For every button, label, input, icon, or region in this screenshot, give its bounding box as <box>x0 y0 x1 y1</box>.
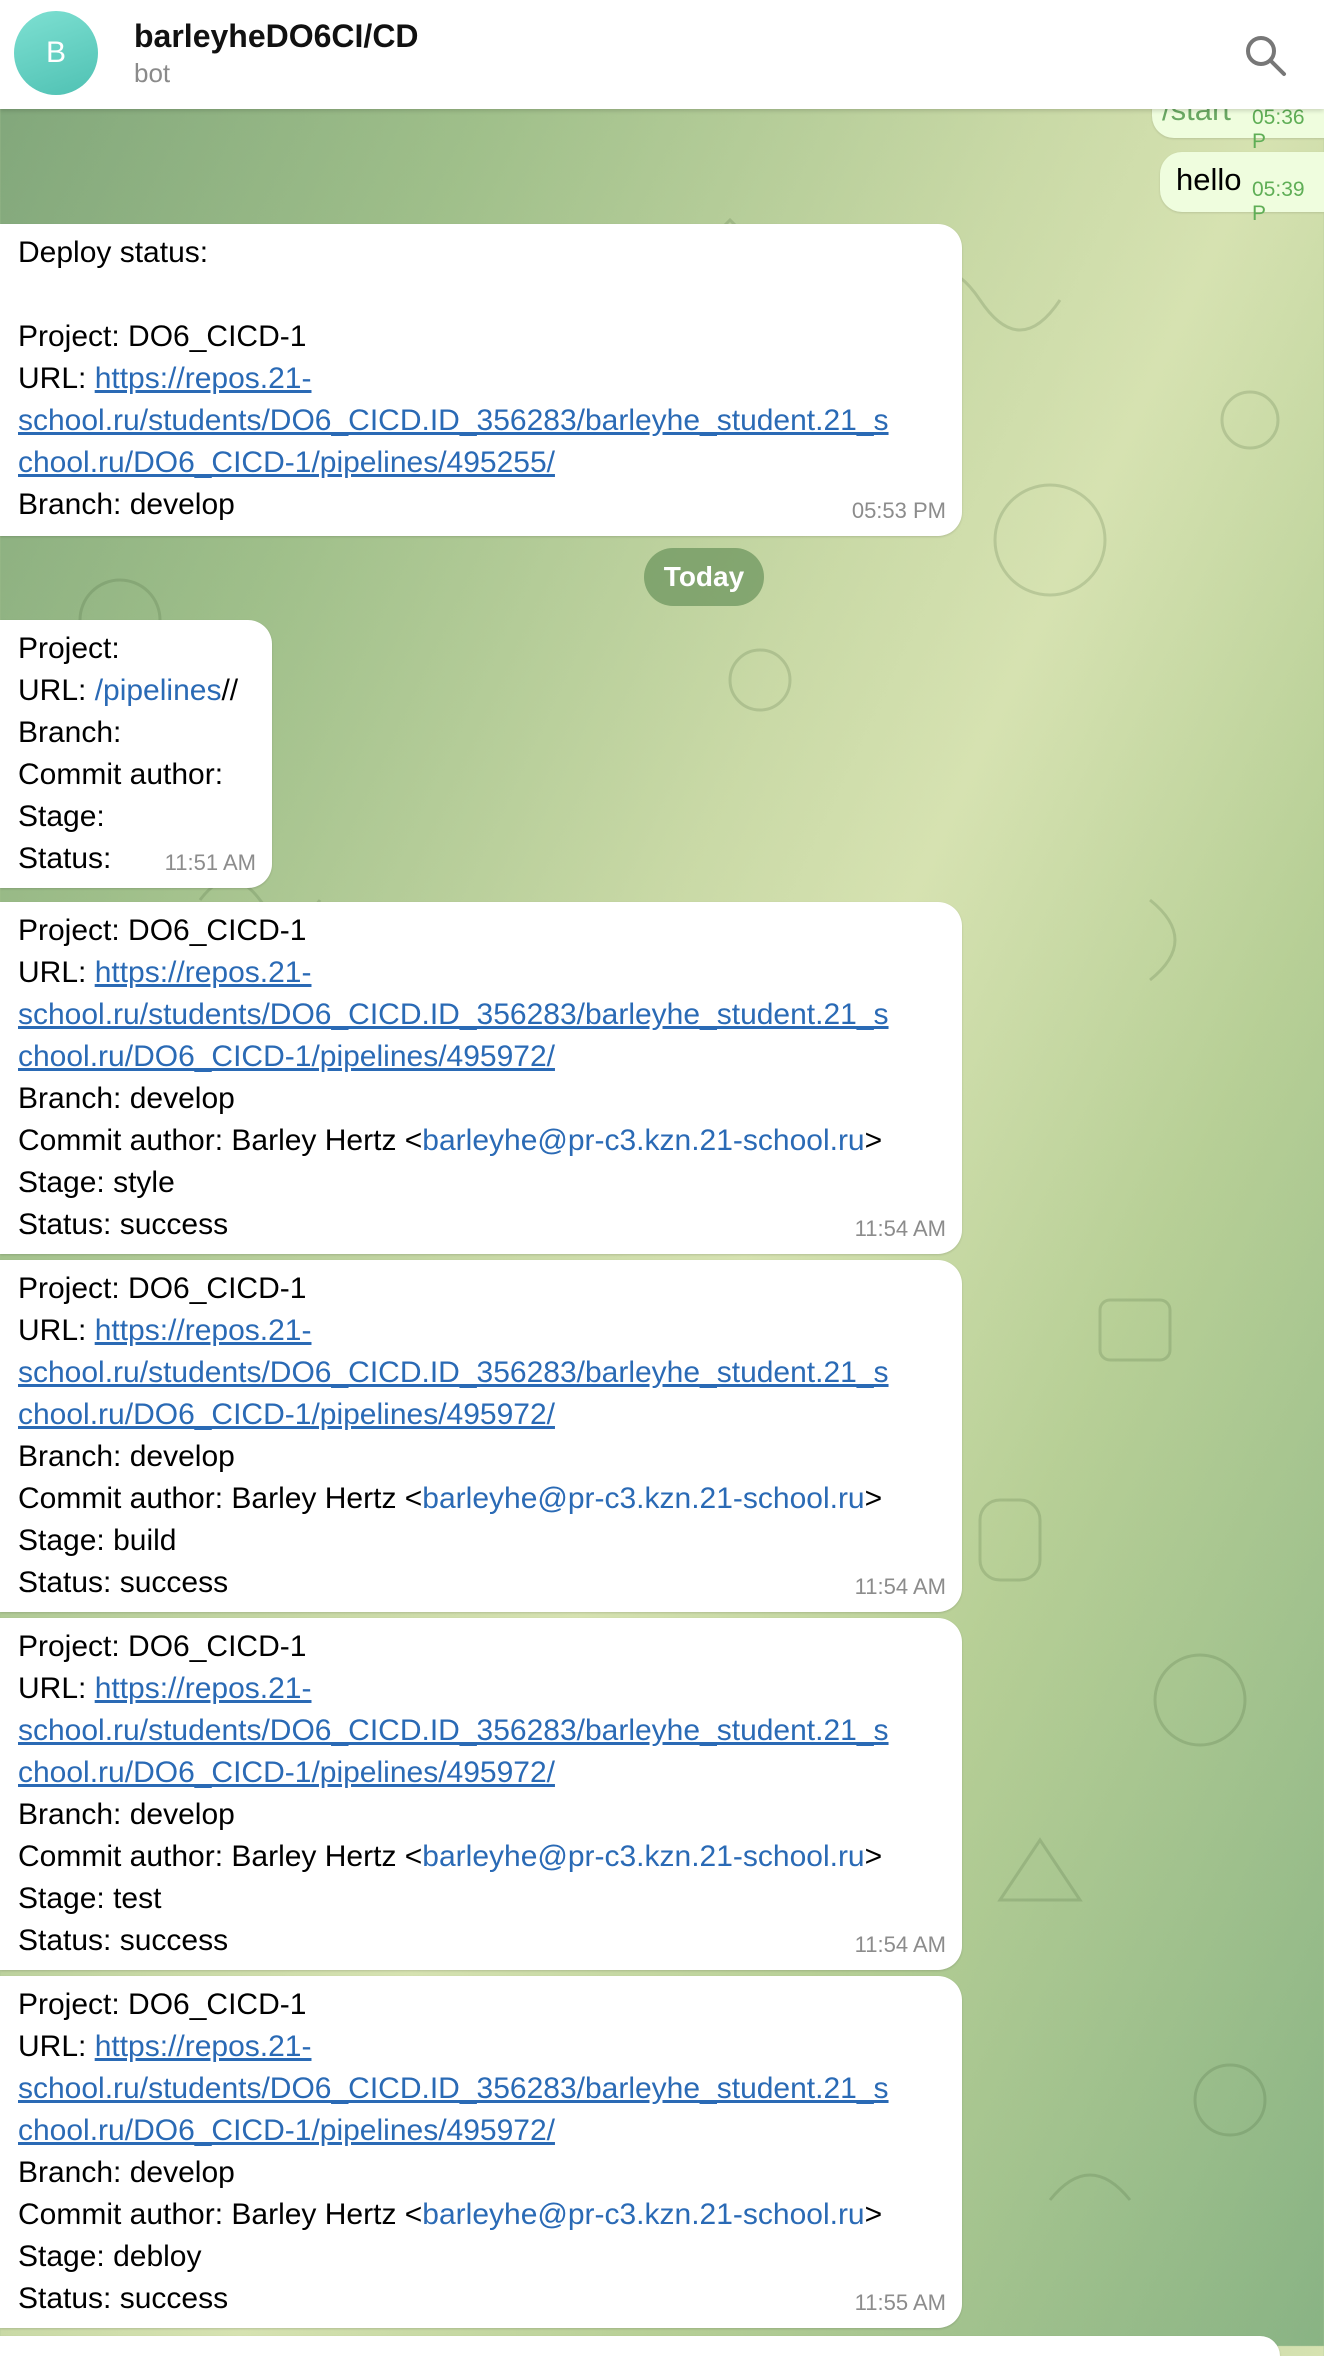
message-status: Status: success <box>18 1208 229 1241</box>
author-email-link[interactable]: barleyhe@pr-c3.kzn.21-school.ru <box>422 1124 864 1157</box>
message-project: Project: DO6_CICD-1 <box>18 914 307 947</box>
pipeline-link[interactable]: chool.ru/DO6_CICD-1/pipelines/495972/ <box>18 1040 555 1073</box>
message-branch: Branch: develop <box>18 2156 235 2189</box>
pipeline-link[interactable]: chool.ru/DO6_CICD-1/pipelines/495255/ <box>18 446 555 479</box>
pipeline-link[interactable]: school.ru/students/DO6_CICD.ID_356283/ba… <box>18 1714 889 1747</box>
message-project: Project: DO6_CICD-1 <box>18 1630 307 1663</box>
message-bubble[interactable] <box>0 2336 1280 2356</box>
chat-title[interactable]: barleyheDO6CI/CD <box>134 18 419 55</box>
message-stage: Stage: style <box>18 1166 175 1199</box>
message-status: Status: success <box>18 1566 229 1599</box>
message-time: 11:51 AM <box>164 850 256 875</box>
message-stage: Stage: <box>18 800 105 833</box>
message-project: Project: <box>18 632 120 665</box>
message-time: 11:55 AM <box>854 2290 946 2315</box>
pipeline-link[interactable]: chool.ru/DO6_CICD-1/pipelines/495972/ <box>18 2114 555 2147</box>
message-time: 11:54 AM <box>854 1216 946 1241</box>
url-label: URL: <box>18 2030 95 2063</box>
author-email-link[interactable]: barleyhe@pr-c3.kzn.21-school.ru <box>422 2198 864 2231</box>
author-email-link[interactable]: barleyhe@pr-c3.kzn.21-school.ru <box>422 1840 864 1873</box>
url-label: URL: <box>18 1314 95 1347</box>
message-bubble[interactable]: Project: DO6_CICD-1 URL: https://repos.2… <box>0 902 962 1254</box>
outgoing-message[interactable]: hello 05:39 P <box>1160 152 1324 225</box>
pipeline-link[interactable]: chool.ru/DO6_CICD-1/pipelines/495972/ <box>18 1756 555 1789</box>
message-bubble[interactable]: Project: URL: /pipelines// Branch: Commi… <box>0 620 272 888</box>
pipeline-link[interactable]: https://repos.21- <box>95 1314 312 1347</box>
pipeline-link[interactable]: school.ru/students/DO6_CICD.ID_356283/ba… <box>18 2072 889 2105</box>
url-label: URL: <box>18 362 95 395</box>
message-stage: Stage: debloy <box>18 2240 202 2273</box>
message-time: 05:36 P <box>1252 106 1305 153</box>
search-icon[interactable] <box>1240 30 1290 80</box>
message-bubble[interactable]: Project: DO6_CICD-1 URL: https://repos.2… <box>0 1618 962 1970</box>
author-suffix: > <box>864 1482 883 1515</box>
chat-header: B barleyheDO6CI/CD bot <box>0 0 1324 109</box>
message-time: 11:54 AM <box>854 1932 946 1957</box>
date-separator: Today <box>644 548 764 606</box>
message-author: Commit author: <box>18 758 224 791</box>
message-time: 05:53 PM <box>851 498 946 523</box>
message-project: Project: DO6_CICD-1 <box>18 320 307 353</box>
message-time: 05:39 P <box>1252 178 1305 225</box>
message-time: 11:54 AM <box>854 1574 946 1599</box>
message-branch: Branch: develop <box>18 1798 235 1831</box>
message-bubble[interactable]: Deploy status: Project: DO6_CICD-1 URL: … <box>0 224 962 536</box>
author-suffix: > <box>864 1840 883 1873</box>
author-prefix: Commit author: Barley Hertz < <box>18 2198 423 2231</box>
message-project: Project: DO6_CICD-1 <box>18 1272 307 1305</box>
author-suffix: > <box>864 2198 883 2231</box>
author-prefix: Commit author: Barley Hertz < <box>18 1482 423 1515</box>
message-project: Project: DO6_CICD-1 <box>18 1988 307 2021</box>
avatar[interactable]: B <box>14 11 98 95</box>
message-title: Deploy status: <box>18 236 209 269</box>
message-status: Status: success <box>18 2282 229 2315</box>
pipeline-link[interactable]: school.ru/students/DO6_CICD.ID_356283/ba… <box>18 998 889 1031</box>
pipeline-link[interactable]: school.ru/students/DO6_CICD.ID_356283/ba… <box>18 1356 889 1389</box>
message-branch: Branch: develop <box>18 1082 235 1115</box>
url-label: URL: <box>18 956 95 989</box>
url-tail: // <box>221 674 239 707</box>
author-prefix: Commit author: Barley Hertz < <box>18 1840 423 1873</box>
pipeline-link[interactable]: chool.ru/DO6_CICD-1/pipelines/495972/ <box>18 1398 555 1431</box>
message-branch: Branch: develop <box>18 488 235 521</box>
message-bubble[interactable]: Project: DO6_CICD-1 URL: https://repos.2… <box>0 1260 962 1612</box>
pipeline-link[interactable]: https://repos.21- <box>95 2030 312 2063</box>
pipeline-link[interactable]: https://repos.21- <box>95 362 312 395</box>
chat-subtitle: bot <box>134 58 171 88</box>
message-stage: Stage: test <box>18 1882 162 1915</box>
message-branch: Branch: develop <box>18 1440 235 1473</box>
message-status: Status: success <box>18 1924 229 1957</box>
message-stage: Stage: build <box>18 1524 177 1557</box>
url-label: URL: <box>18 674 95 707</box>
message-text: hello <box>1176 162 1242 197</box>
pipeline-link[interactable]: school.ru/students/DO6_CICD.ID_356283/ba… <box>18 404 889 437</box>
pipeline-link[interactable]: /pipelines <box>95 674 222 707</box>
message-branch: Branch: <box>18 716 122 749</box>
message-bubble[interactable]: Project: DO6_CICD-1 URL: https://repos.2… <box>0 1976 962 2328</box>
author-prefix: Commit author: Barley Hertz < <box>18 1124 423 1157</box>
pipeline-link[interactable]: https://repos.21- <box>95 1672 312 1705</box>
author-email-link[interactable]: barleyhe@pr-c3.kzn.21-school.ru <box>422 1482 864 1515</box>
author-suffix: > <box>864 1124 883 1157</box>
pipeline-link[interactable]: https://repos.21- <box>95 956 312 989</box>
url-label: URL: <box>18 1672 95 1705</box>
